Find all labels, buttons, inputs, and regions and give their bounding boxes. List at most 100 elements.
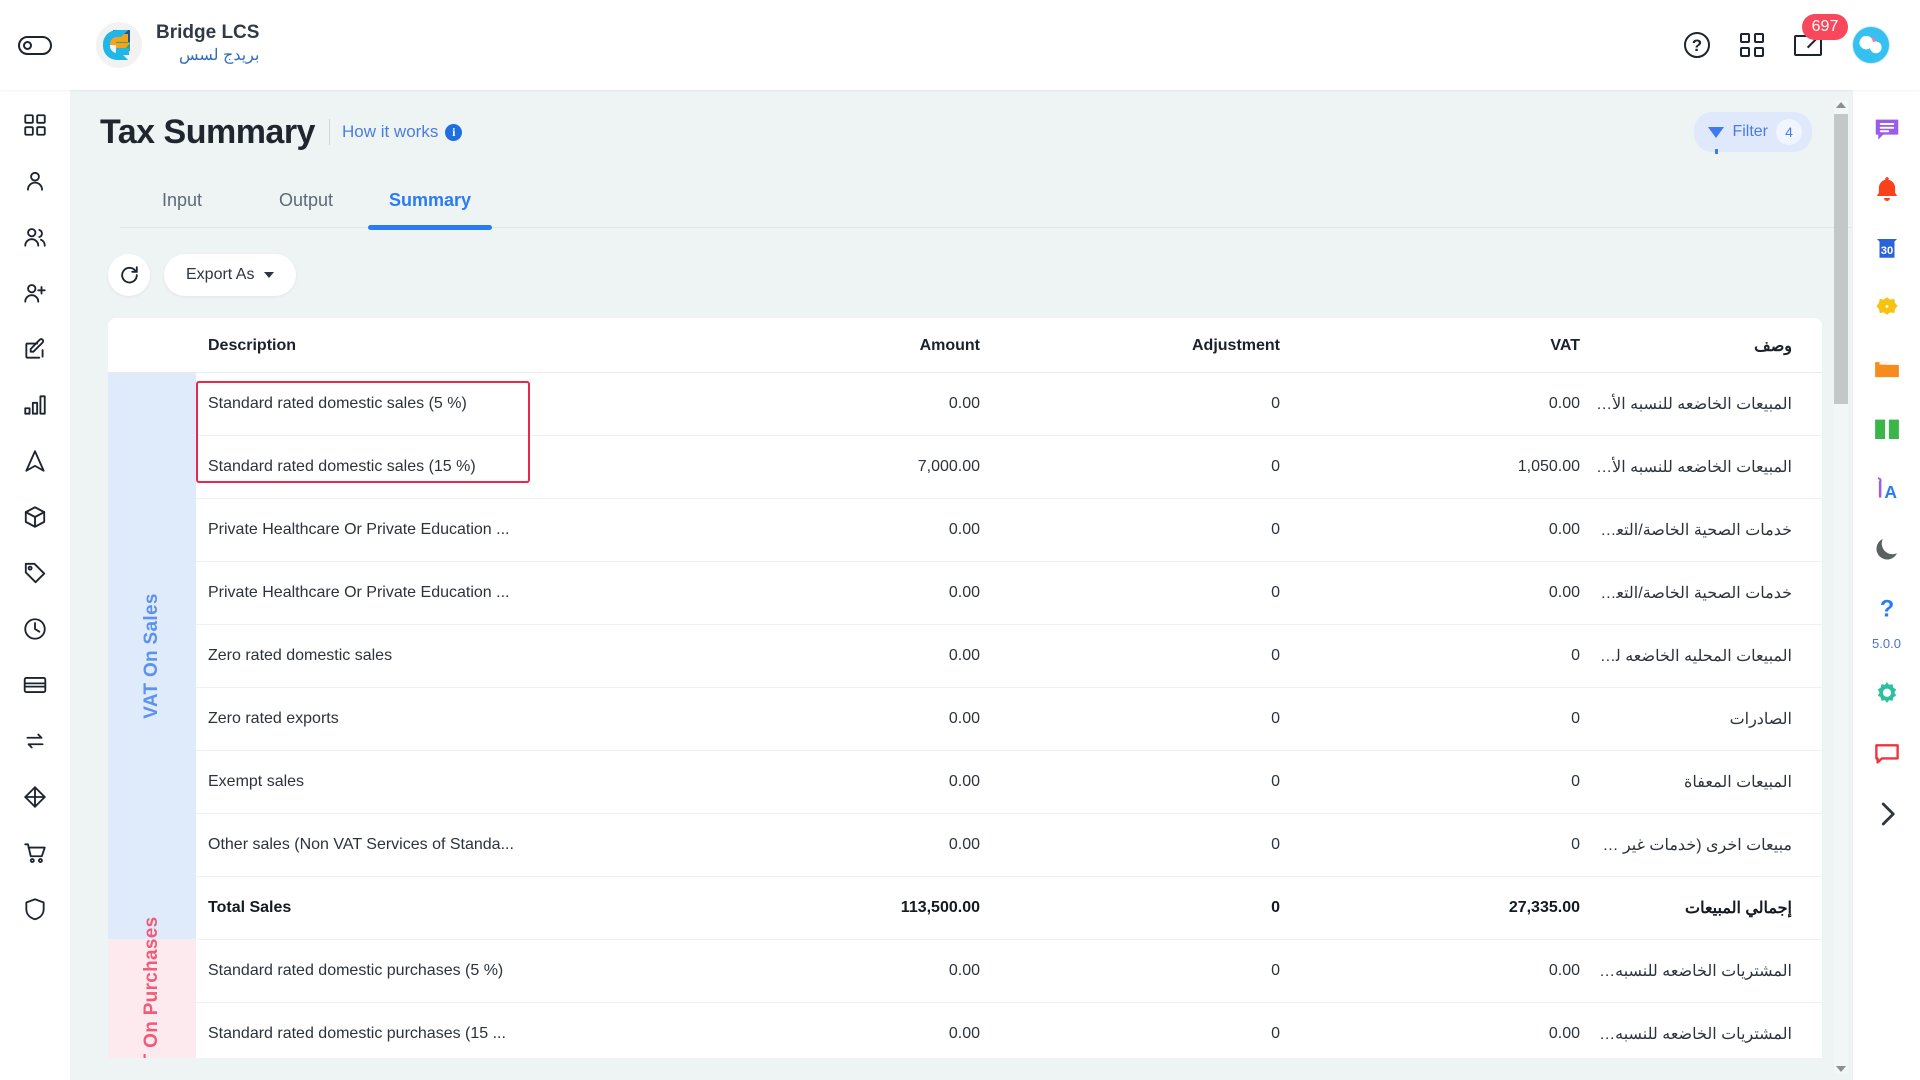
column-header-rail xyxy=(108,318,196,373)
brand[interactable]: Bridge LCS بريدج لسس xyxy=(96,22,259,68)
sidebar-toggle-button[interactable] xyxy=(0,35,70,55)
column-header-adjustment[interactable]: Adjustment xyxy=(996,318,1296,373)
cell-adjustment: 0 xyxy=(996,498,1296,562)
column-header-arabic[interactable]: وصف xyxy=(1596,318,1822,373)
sidebar-item-customers[interactable] xyxy=(20,222,50,252)
cell-adjustment: 0 xyxy=(996,1002,1296,1058)
sidebar-item-security[interactable] xyxy=(20,894,50,924)
column-header-vat[interactable]: VAT xyxy=(1296,318,1596,373)
app-version: 5.0.0 xyxy=(1872,636,1901,651)
table-toolbar: Export As xyxy=(108,254,1852,296)
export-as-button[interactable]: Export As xyxy=(164,254,297,296)
expand-chevron-icon[interactable] xyxy=(1870,797,1904,831)
cell-vat: 0.00 xyxy=(1296,561,1596,625)
sidebar-item-tags[interactable] xyxy=(20,558,50,588)
cell-adjustment: 0 xyxy=(996,435,1296,499)
cell-vat: 0 xyxy=(1296,813,1596,877)
table-header-row: Description Amount Adjustment VAT وصف xyxy=(108,318,1822,373)
table-row[interactable]: VAT On Purchases Standard rated domestic … xyxy=(108,916,1822,1058)
table-body: VAT On Sales Standard rated domestic sale… xyxy=(108,372,1822,1058)
tab-input[interactable]: Input xyxy=(120,178,244,227)
tab-summary[interactable]: Summary xyxy=(368,178,492,230)
cell-adjustment: 0 xyxy=(996,687,1296,751)
chat-messages-icon[interactable] xyxy=(1870,112,1904,146)
table-row[interactable]: VAT On Sales Standard rated domestic sale… xyxy=(108,372,1822,940)
language-toggle-icon[interactable]: A xyxy=(1870,472,1904,506)
tab-output[interactable]: Output xyxy=(244,178,368,227)
help-question-icon[interactable]: ? xyxy=(1870,592,1904,626)
svg-text:?: ? xyxy=(1879,596,1894,623)
table-row[interactable]: Zero rated exports 0.00 0 0 الصادرات xyxy=(108,687,1822,751)
notification-bell-icon[interactable] xyxy=(1870,172,1904,206)
sidebar-item-add-user[interactable] xyxy=(20,278,50,308)
title-divider xyxy=(328,119,330,145)
cell-description: Exempt sales xyxy=(196,750,696,814)
help-button[interactable]: ? xyxy=(1684,32,1710,58)
sidebar-item-payments[interactable] xyxy=(20,670,50,700)
cell-amount: 0.00 xyxy=(696,750,996,814)
scroll-down-arrow-icon[interactable] xyxy=(1836,1066,1846,1072)
sidebar-item-history[interactable] xyxy=(20,614,50,644)
section-rail-purchases: VAT On Purchases xyxy=(108,916,196,1058)
dark-mode-moon-icon[interactable] xyxy=(1870,532,1904,566)
sidebar-item-inventory[interactable] xyxy=(20,782,50,812)
filter-label: Filter xyxy=(1732,123,1768,140)
table-row[interactable]: Standard rated domestic purchases (15 ..… xyxy=(108,1002,1822,1058)
cell-amount: 0.00 xyxy=(696,372,996,436)
cell-description: Standard rated domestic purchases (5 %) xyxy=(196,939,696,1003)
export-as-label: Export As xyxy=(186,266,255,283)
sidebar-item-dashboard[interactable] xyxy=(20,110,50,140)
cell-amount: 0.00 xyxy=(696,939,996,1003)
table-row[interactable]: Total Sales 113,500.00 0 27,335.00 إجمالي ال… xyxy=(108,876,1822,940)
sidebar-item-reports[interactable] xyxy=(20,390,50,420)
bridge-lcs-logo-icon xyxy=(96,22,142,68)
calendar-icon[interactable]: 30 xyxy=(1870,232,1904,266)
cell-vat: 1,050.00 xyxy=(1296,435,1596,499)
cell-vat: 27,335.00 xyxy=(1296,876,1596,940)
brand-name-en: Bridge LCS xyxy=(156,22,260,44)
folder-icon[interactable] xyxy=(1870,352,1904,386)
cell-arabic: المبيعات الخاضعه للنسبه الأساسيه xyxy=(1596,435,1822,499)
refresh-button[interactable] xyxy=(108,254,150,296)
table-row[interactable]: Other sales (Non VAT Services of Standa.… xyxy=(108,813,1822,877)
tab-bar: Input Output Summary xyxy=(120,178,1852,230)
sidebar-item-transfers[interactable] xyxy=(20,726,50,756)
cell-description: Standard rated domestic sales (5 %) xyxy=(196,372,696,436)
avatar-button[interactable] xyxy=(1852,26,1890,64)
cell-description: Zero rated domestic sales xyxy=(196,624,696,688)
scrollbar-thumb[interactable] xyxy=(1834,114,1848,404)
help-circle-icon: ? xyxy=(1684,32,1710,58)
mail-button[interactable]: 697 xyxy=(1794,13,1848,56)
how-it-works-link[interactable]: How it works i xyxy=(342,122,463,142)
table-row[interactable]: Exempt sales 0.00 0 0 المبيعات المعفاة xyxy=(108,750,1822,814)
scroll-up-arrow-icon[interactable] xyxy=(1836,102,1846,108)
cell-description: Private Healthcare Or Private Education … xyxy=(196,561,696,625)
table-row[interactable]: Private Healthcare Or Private Education … xyxy=(108,498,1822,562)
svg-text:A: A xyxy=(1884,482,1897,502)
sidebar-item-edit[interactable] xyxy=(20,334,50,364)
cell-arabic: المبيعات المعفاة xyxy=(1596,750,1822,814)
sidebar-item-purchase[interactable] xyxy=(20,838,50,868)
star-badge-icon[interactable] xyxy=(1870,292,1904,326)
page-title: Tax Summary xyxy=(100,112,315,151)
book-icon[interactable] xyxy=(1870,412,1904,446)
table-row[interactable]: Standard rated domestic sales (15 %) 7,00… xyxy=(108,435,1822,499)
filter-button[interactable]: Filter 4 xyxy=(1694,112,1812,154)
table-row[interactable]: Zero rated domestic sales 0.00 0 0 المبيعات … xyxy=(108,624,1822,688)
table-row[interactable]: Private Healthcare Or Private Education … xyxy=(108,561,1822,625)
cell-vat: 0.00 xyxy=(1296,498,1596,562)
sidebar-item-navigation[interactable] xyxy=(20,446,50,476)
cell-adjustment: 0 xyxy=(996,876,1296,940)
column-header-amount[interactable]: Amount xyxy=(696,318,996,373)
cell-arabic: خدمات الصحية الخاصة/التعليم الأهلي الخاص… xyxy=(1596,498,1822,562)
feedback-chat-icon[interactable] xyxy=(1870,737,1904,771)
sidebar-item-packages[interactable] xyxy=(20,502,50,532)
cell-vat: 0 xyxy=(1296,750,1596,814)
settings-gear-icon[interactable] xyxy=(1870,677,1904,711)
cell-adjustment: 0 xyxy=(996,561,1296,625)
column-header-description[interactable]: Description xyxy=(196,318,696,373)
page-scrollbar[interactable] xyxy=(1834,100,1848,1074)
sidebar-item-profile[interactable] xyxy=(20,166,50,196)
apps-button[interactable] xyxy=(1740,33,1764,57)
tax-summary-table-container: Description Amount Adjustment VAT وصف VA… xyxy=(108,318,1822,1058)
